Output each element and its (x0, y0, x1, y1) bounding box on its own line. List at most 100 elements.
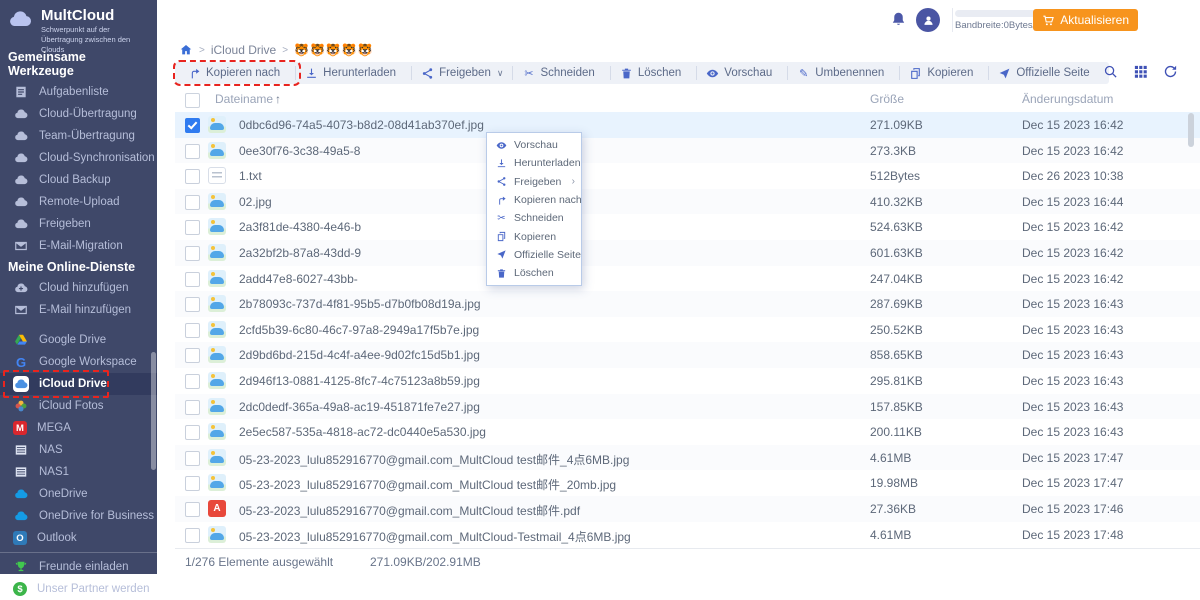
context-menu-item-freigeben[interactable]: Freigeben › (487, 173, 581, 191)
sidebar-item-onedrive-business[interactable]: OneDrive for Business (0, 505, 157, 527)
context-menu-item-herunterladen[interactable]: Herunterladen (487, 154, 581, 172)
sidebar-item-google-drive[interactable]: Google Drive (0, 329, 157, 351)
sidebar-item-team-uebertragung[interactable]: Team-Übertragung (0, 125, 157, 147)
context-menu-item-kopieren[interactable]: Kopieren (487, 227, 581, 245)
toolbar-button-vorschau[interactable]: Vorschau (696, 66, 787, 80)
sidebar-item-nas1[interactable]: NAS1 (0, 461, 157, 483)
table-row[interactable]: 05-23-2023_lulu852916770@gmail.com_MultC… (175, 470, 1200, 496)
toolbar-button-loeschen[interactable]: Löschen (609, 66, 696, 80)
row-checkbox[interactable] (185, 425, 200, 441)
iphotos-icon (13, 398, 29, 414)
table-row[interactable]: 0ee30f76-3c38-49a5-8 273.3KB Dec 15 2023… (175, 137, 1200, 164)
table-row[interactable]: 2dc0dedf-365a-49a8-ac19-451871fe7e27.jpg… (175, 393, 1200, 420)
row-checkbox[interactable] (185, 450, 200, 466)
row-checkbox[interactable] (185, 501, 200, 517)
sidebar-item-icloud-drive[interactable]: iCloud Drive (0, 370, 157, 398)
search-icon[interactable] (1103, 64, 1118, 79)
context-menu-item-loeschen[interactable]: Löschen (487, 264, 581, 282)
sidebar-item-label: NAS (39, 444, 63, 456)
table-row[interactable]: 05-23-2023_lulu852916770@gmail.com_MultC… (175, 495, 1200, 522)
table-row[interactable]: 2a32bf2b-87a8-43dd-9 601.63KB Dec 15 202… (175, 239, 1200, 266)
context-menu-item-kopieren-nach[interactable]: Kopieren nach (487, 191, 582, 209)
sidebar-item-onedrive[interactable]: OneDrive (0, 483, 157, 505)
row-checkbox[interactable] (185, 476, 200, 492)
table-row[interactable]: 05-23-2023_lulu852916770@gmail.com_MultC… (175, 444, 1200, 471)
nas-icon (13, 464, 29, 480)
refresh-icon[interactable] (1163, 64, 1178, 79)
table-row[interactable]: 2a3f81de-4380-4e46-b 524.63KB Dec 15 202… (175, 214, 1200, 240)
row-checkbox[interactable] (185, 143, 200, 159)
breadcrumb-root[interactable]: iCloud Drive (211, 43, 276, 57)
cloud-icon (13, 216, 29, 232)
sidebar-item-remote-upload[interactable]: Remote-Upload (0, 191, 157, 213)
table-row[interactable]: 2cfd5b39-6c80-46c7-97a8-2949a17f5b7e.jpg… (175, 317, 1200, 343)
table-row[interactable]: 2d9bd6bd-215d-4c4f-a4ee-9d02fc15d5b1.jpg… (175, 342, 1200, 368)
cloud-icon (13, 486, 29, 502)
toolbar-button-kopieren-nach[interactable]: Kopieren nach (172, 60, 302, 86)
download-icon (305, 67, 318, 80)
column-header-name[interactable]: Dateiname ↑ (215, 92, 281, 106)
sidebar-scrollbar[interactable] (151, 352, 156, 470)
select-all-checkbox[interactable] (185, 93, 200, 108)
row-checkbox[interactable] (185, 322, 200, 338)
breadcrumb-current-folder: 🐯🐯🐯🐯🐯 (294, 43, 374, 57)
sidebar-item-email-migration[interactable]: E-Mail-Migration (0, 235, 157, 257)
toolbar-button-umbenennen[interactable]: ✎ Umbenennen (787, 66, 899, 80)
sidebar-item-cloud-hinzufuegen[interactable]: Cloud hinzufügen (0, 277, 157, 299)
file-type-icon (208, 141, 226, 159)
grid-view-icon[interactable] (1133, 64, 1148, 79)
home-icon[interactable] (179, 43, 193, 57)
upgrade-button[interactable]: Aktualisieren (1033, 9, 1138, 31)
sidebar-item-freunde-einladen[interactable]: Freunde einladen (0, 556, 157, 578)
row-checkbox[interactable] (185, 527, 200, 543)
sidebar-item-cloud-uebertragung[interactable]: Cloud-Übertragung (0, 103, 157, 125)
copyto-icon (496, 195, 507, 206)
table-scrollbar[interactable] (1188, 113, 1194, 147)
copyto-icon (188, 67, 201, 80)
row-checkbox[interactable] (185, 348, 200, 364)
sidebar-item-icloud-fotos[interactable]: iCloud Fotos (0, 395, 157, 417)
row-checkbox[interactable] (185, 271, 200, 287)
toolbar: Kopieren nach Herunterladen Freigeben ∨ … (172, 60, 1109, 86)
sidebar-item-cloud-backup[interactable]: Cloud Backup (0, 169, 157, 191)
toolbar-button-schneiden[interactable]: ✂ Schneiden (512, 66, 609, 80)
table-row[interactable]: 2e5ec587-535a-4818-ac72-dc0440e5a530.jpg… (175, 419, 1200, 445)
context-menu-item-vorschau[interactable]: Vorschau (487, 136, 581, 154)
sidebar-item-email-hinzufuegen[interactable]: E-Mail hinzufügen (0, 299, 157, 321)
sidebar-item-freigeben[interactable]: Freigeben (0, 213, 157, 235)
row-checkbox[interactable] (185, 169, 200, 185)
table-row[interactable]: 2add47e8-6027-43bb- 247.04KB Dec 15 2023… (175, 266, 1200, 292)
row-checkbox[interactable] (185, 194, 200, 210)
table-row[interactable]: 2d946f13-0881-4125-8fc7-4c75123a8b59.jpg… (175, 368, 1200, 394)
row-checkbox[interactable] (185, 373, 200, 389)
list-icon (13, 84, 29, 100)
row-checkbox[interactable] (185, 399, 200, 415)
notifications-bell-icon[interactable] (890, 11, 907, 28)
table-row[interactable]: 02.jpg 410.32KB Dec 15 2023 16:44 (175, 188, 1200, 215)
sidebar-item-partner-werden[interactable]: $ Unser Partner werden (0, 578, 157, 600)
file-type-icon (208, 218, 226, 236)
row-checkbox[interactable] (185, 245, 200, 261)
sidebar-item-google-workspace[interactable]: G Google Workspace (0, 351, 157, 373)
context-menu-item-schneiden[interactable]: ✂ Schneiden (487, 209, 581, 227)
row-checkbox[interactable] (185, 220, 200, 236)
toolbar-button-kopieren[interactable]: Kopieren (899, 66, 988, 80)
table-row[interactable]: 0dbc6d96-74a5-4073-b8d2-08d41ab370ef.jpg… (175, 112, 1200, 138)
toolbar-button-offizielle-seite[interactable]: Offizielle Seite (988, 66, 1104, 80)
sidebar-item-aufgabenliste[interactable]: Aufgabenliste (0, 81, 157, 103)
sidebar-item-outlook[interactable]: O Outlook (0, 527, 157, 549)
toolbar-button-herunterladen[interactable]: Herunterladen (295, 66, 411, 80)
context-menu-item-offizielle-seite[interactable]: Offizielle Seite (487, 246, 581, 264)
sidebar-item-cloud-synchronisation[interactable]: Cloud-Synchronisation (0, 147, 157, 169)
avatar[interactable] (916, 8, 940, 32)
breadcrumb: > iCloud Drive > 🐯🐯🐯🐯🐯 (157, 40, 1200, 60)
sidebar-item-label: Cloud hinzufügen (39, 282, 129, 294)
table-row[interactable]: 1.txt 512Bytes Dec 26 2023 10:38 (175, 163, 1200, 189)
table-row[interactable]: 05-23-2023_lulu852916770@gmail.com_MultC… (175, 522, 1200, 548)
table-row[interactable]: 2b78093c-737d-4f81-95b5-d7b0fb08d19a.jpg… (175, 291, 1200, 317)
row-checkbox[interactable] (185, 118, 200, 133)
sidebar-item-nas[interactable]: NAS (0, 439, 157, 461)
toolbar-button-freigeben[interactable]: Freigeben ∨ (411, 66, 512, 80)
sidebar-item-mega[interactable]: M MEGA (0, 417, 157, 439)
row-checkbox[interactable] (185, 297, 200, 313)
